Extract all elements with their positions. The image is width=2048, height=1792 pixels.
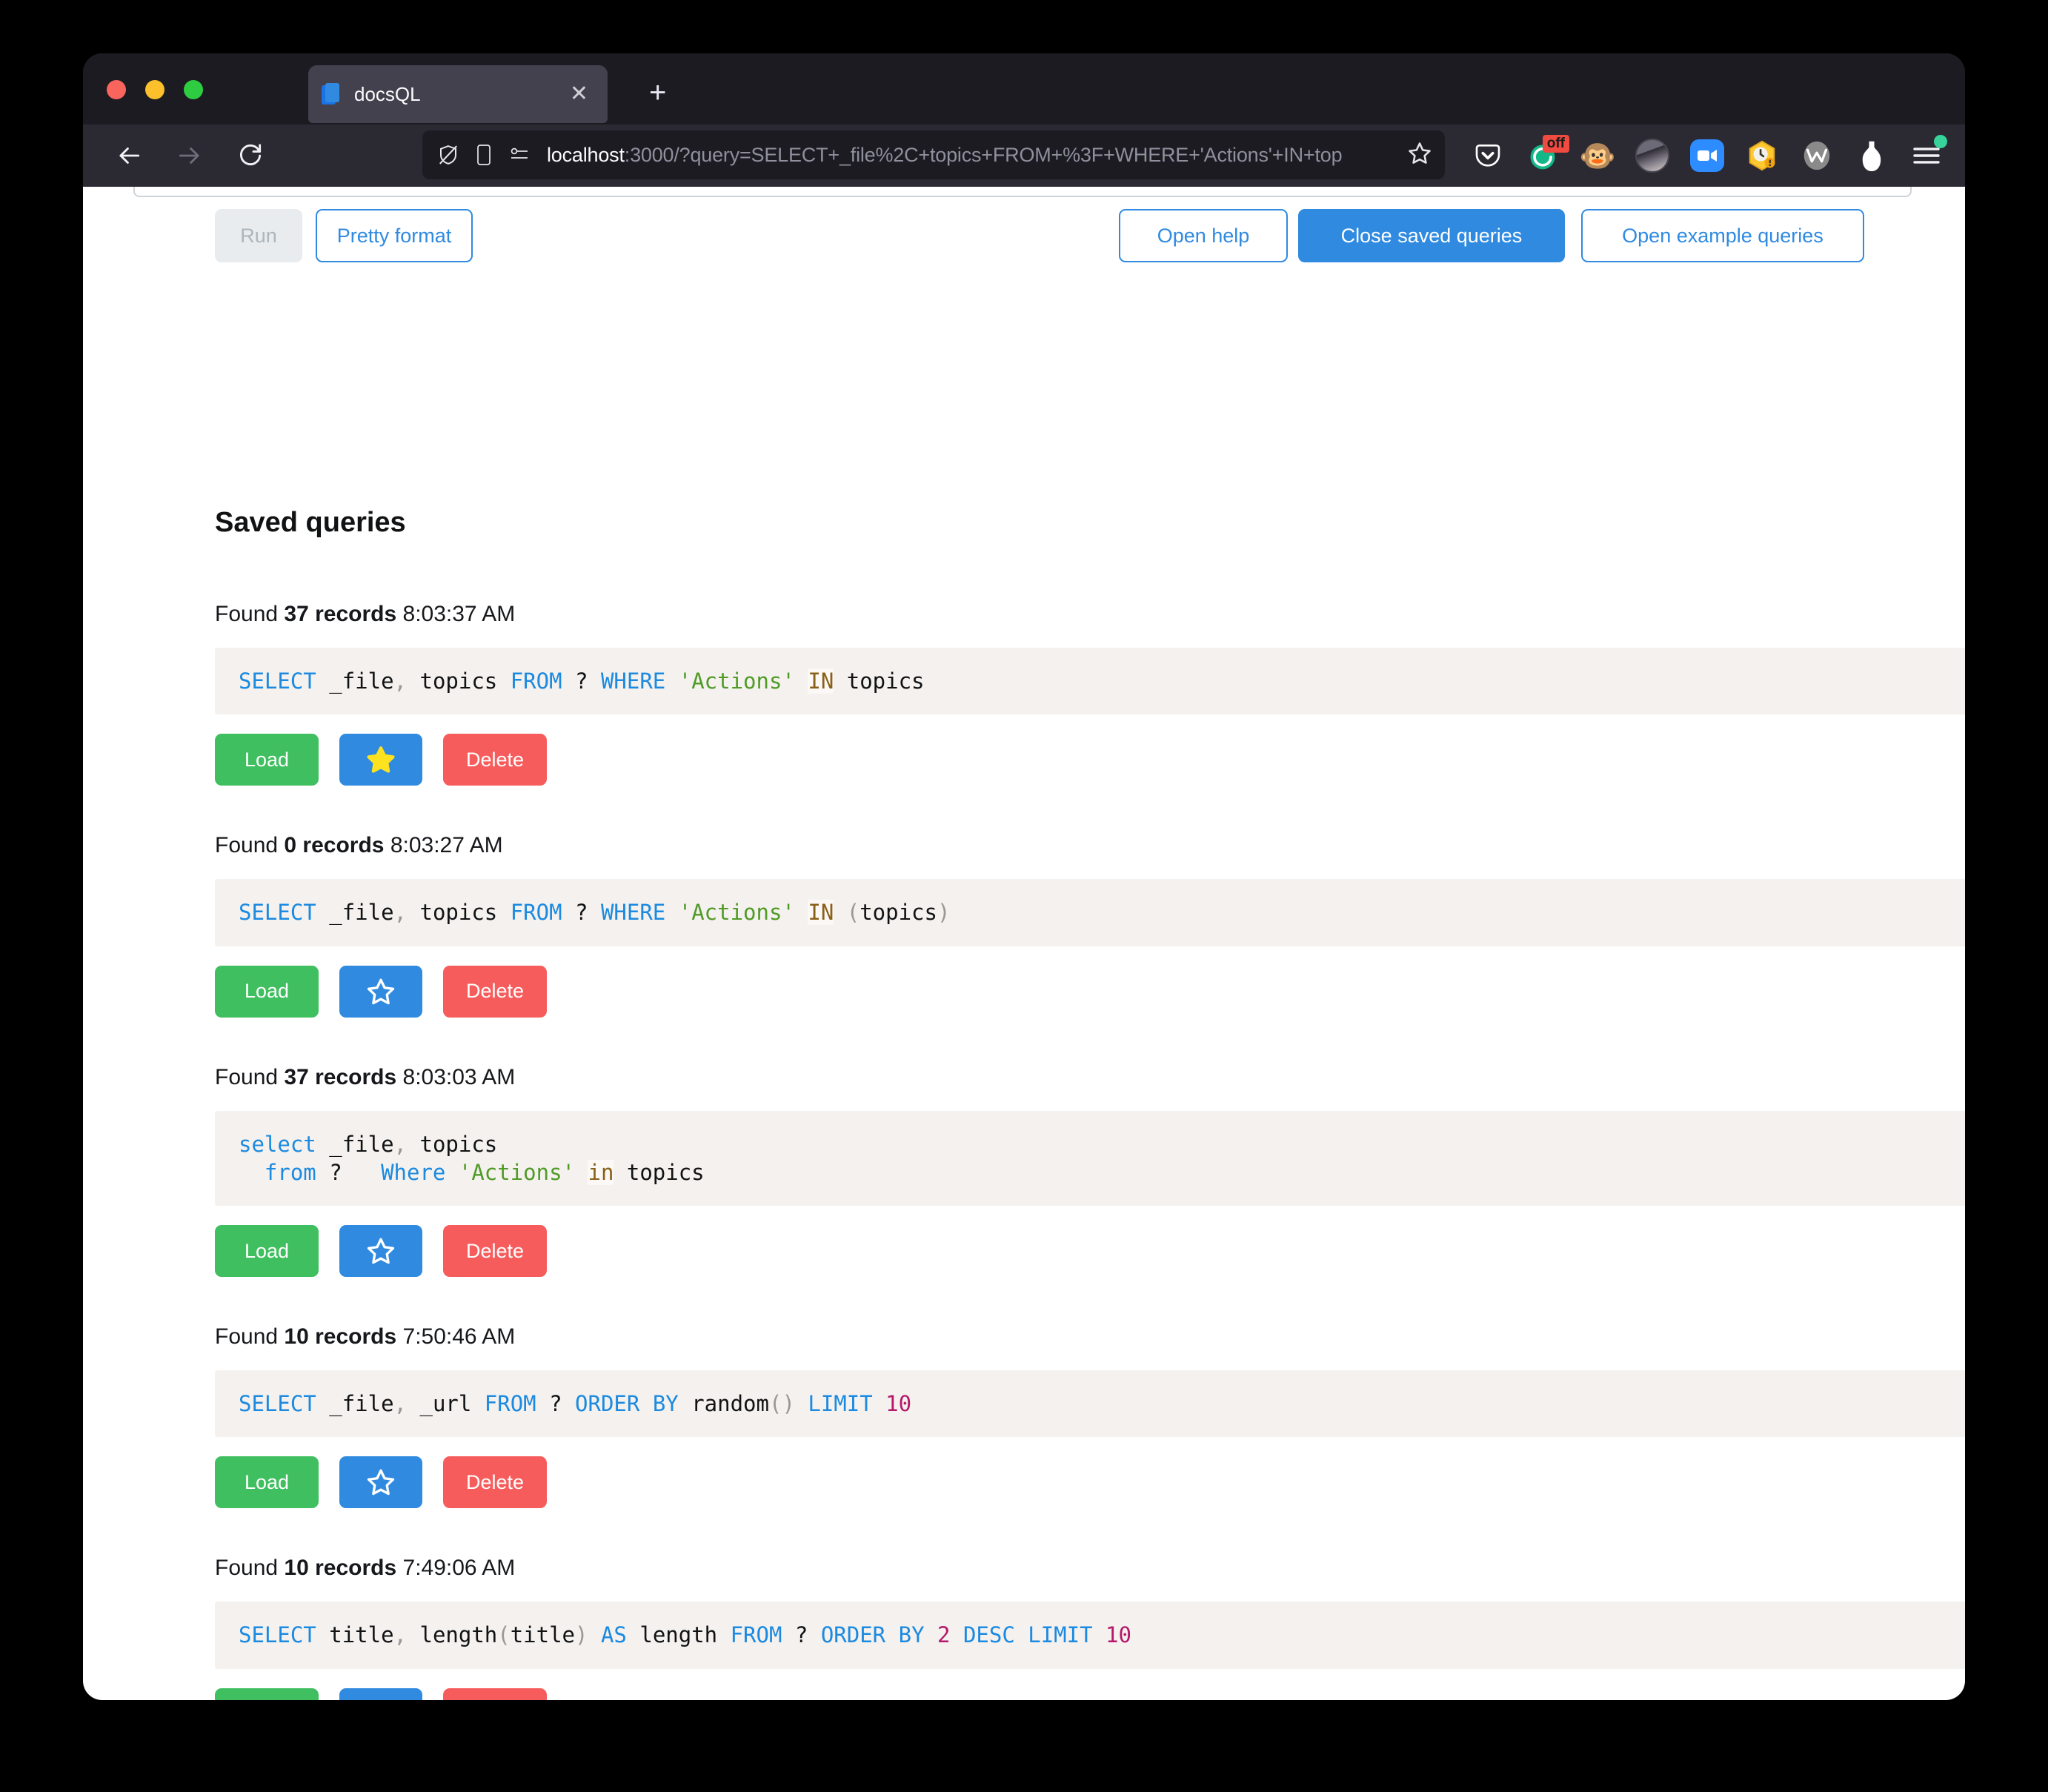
load-query-button[interactable]: Load — [215, 1688, 319, 1700]
page-viewport: Run Pretty format Open help Close saved … — [83, 187, 1965, 1700]
update-available-dot — [1934, 135, 1947, 148]
close-icon[interactable]: ✕ — [564, 80, 594, 108]
query-result-summary: Found 37 records 8:03:37 AM — [215, 602, 1965, 627]
query-actions: Load Delete — [215, 965, 1965, 1018]
close-saved-queries-button[interactable]: Close saved queries — [1298, 209, 1565, 262]
pocket-icon[interactable] — [1469, 136, 1507, 175]
query-result-summary: Found 10 records 7:49:06 AM — [215, 1556, 1965, 1581]
star-filled-icon[interactable] — [339, 734, 422, 786]
query-actions: Load Delete — [215, 1225, 1965, 1278]
browser-window: docsQL ✕ + localhost:3000/?query=SELECT+… — [83, 53, 1965, 1700]
query-actions: Load Delete — [215, 1456, 1965, 1509]
close-window-button[interactable] — [107, 80, 126, 99]
query-toolbar: Run Pretty format Open help Close saved … — [83, 209, 1965, 276]
tab-strip: docsQL ✕ + — [83, 53, 1965, 125]
star-outline-icon[interactable] — [339, 1456, 422, 1509]
query-sql-code: SELECT title, length(title) AS length FR… — [215, 1602, 1965, 1669]
reload-icon[interactable] — [227, 132, 274, 179]
page-title: Saved queries — [215, 507, 406, 538]
load-query-button[interactable]: Load — [215, 1225, 319, 1278]
saved-queries-list: Found 37 records 8:03:37 AM SELECT _file,… — [83, 602, 1965, 1700]
monkey-icon[interactable]: 🐵 — [1578, 136, 1617, 175]
found-prefix: Found — [215, 602, 285, 626]
star-outline-icon[interactable] — [339, 1688, 422, 1700]
site-permissions-icon[interactable] — [505, 140, 533, 170]
maximize-window-button[interactable] — [184, 80, 203, 99]
url-host: localhost — [547, 143, 625, 166]
found-prefix: Found — [215, 833, 285, 858]
query-timestamp: 8:03:03 AM — [396, 1064, 516, 1089]
delete-query-button[interactable]: Delete — [443, 1688, 547, 1700]
back-arrow-icon[interactable] — [105, 132, 153, 179]
load-query-button[interactable]: Load — [215, 734, 319, 786]
delete-query-button[interactable]: Delete — [443, 734, 547, 786]
query-result-summary: Found 37 records 8:03:03 AM — [215, 1065, 1965, 1090]
honey-icon[interactable] — [1743, 136, 1781, 175]
query-timestamp: 8:03:27 AM — [384, 833, 503, 858]
query-timestamp: 7:50:46 AM — [396, 1324, 516, 1350]
wallet-w-icon[interactable] — [1798, 136, 1836, 175]
forward-arrow-icon — [166, 132, 213, 179]
open-help-button[interactable]: Open help — [1119, 209, 1288, 262]
url-bar[interactable]: localhost:3000/?query=SELECT+_file%2C+to… — [422, 130, 1445, 179]
saved-query-item: Found 37 records 8:03:03 AM select _file,… — [83, 1065, 1965, 1278]
delete-query-button[interactable]: Delete — [443, 1456, 547, 1509]
app-menu-icon[interactable] — [1907, 135, 1947, 175]
found-prefix: Found — [215, 1556, 285, 1581]
url-text[interactable]: localhost:3000/?query=SELECT+_file%2C+to… — [547, 144, 1400, 167]
found-prefix: Found — [215, 1064, 285, 1089]
browser-tab-docsql[interactable]: docsQL ✕ — [308, 65, 608, 123]
url-path: :3000/?query=SELECT+_file%2C+topics+FROM… — [624, 143, 1343, 166]
bookmark-star-icon[interactable] — [1406, 140, 1433, 170]
found-prefix: Found — [215, 1324, 285, 1350]
new-tab-button[interactable]: + — [649, 78, 666, 107]
adblock-off-icon[interactable]: off — [1523, 135, 1569, 175]
query-actions: Load Delete — [215, 1688, 1965, 1700]
query-sql-code: SELECT _file, topics FROM ? WHERE 'Actio… — [215, 648, 1965, 715]
tab-title: docsQL — [354, 82, 421, 105]
query-timestamp: 7:49:06 AM — [396, 1556, 516, 1581]
query-actions: Load Delete — [215, 734, 1965, 786]
saved-query-item: Found 10 records 7:49:06 AM SELECT title,… — [83, 1556, 1965, 1700]
delete-query-button[interactable]: Delete — [443, 1225, 547, 1278]
zoom-icon[interactable] — [1688, 136, 1726, 175]
minimize-window-button[interactable] — [145, 80, 164, 99]
load-query-button[interactable]: Load — [215, 965, 319, 1018]
star-outline-icon[interactable] — [339, 965, 422, 1018]
query-sql-code: SELECT _file, _url FROM ? ORDER BY rando… — [215, 1370, 1965, 1438]
saved-query-item: Found 10 records 7:50:46 AM SELECT _file,… — [83, 1324, 1965, 1509]
query-sql-code: select _file, topics from ? Where 'Actio… — [215, 1110, 1965, 1207]
query-sql-code: SELECT _file, topics FROM ? WHERE 'Actio… — [215, 879, 1965, 946]
record-count: 37 records — [284, 602, 397, 626]
query-result-summary: Found 10 records 7:50:46 AM — [215, 1324, 1965, 1350]
navigation-bar: localhost:3000/?query=SELECT+_file%2C+to… — [83, 125, 1965, 187]
open-example-queries-button[interactable]: Open example queries — [1581, 209, 1864, 262]
saved-query-item: Found 37 records 8:03:37 AM SELECT _file,… — [83, 602, 1965, 786]
vase-icon[interactable] — [1852, 136, 1891, 175]
avatar — [1635, 139, 1669, 173]
reader-view-icon[interactable] — [470, 140, 498, 170]
window-traffic-lights — [107, 80, 203, 99]
extensions-tray: off 🐵 — [1469, 132, 1947, 179]
off-badge: off — [1542, 135, 1569, 153]
record-count: 37 records — [284, 1064, 397, 1089]
query-result-summary: Found 0 records 8:03:27 AM — [215, 833, 1965, 858]
record-count: 10 records — [284, 1324, 397, 1350]
zoom-camera-icon — [1690, 139, 1724, 172]
document-icon — [322, 83, 341, 105]
query-timestamp: 8:03:37 AM — [396, 602, 516, 626]
run-button: Run — [215, 209, 302, 262]
star-outline-icon[interactable] — [339, 1225, 422, 1278]
tracking-protection-off-icon[interactable] — [434, 140, 462, 170]
record-count: 10 records — [284, 1556, 397, 1581]
load-query-button[interactable]: Load — [215, 1456, 319, 1509]
delete-query-button[interactable]: Delete — [443, 965, 547, 1018]
query-editor-textarea[interactable] — [133, 187, 1912, 197]
record-count: 0 records — [284, 833, 385, 858]
pretty-format-button[interactable]: Pretty format — [316, 209, 473, 262]
profile-avatar-icon[interactable] — [1633, 136, 1672, 175]
saved-query-item: Found 0 records 8:03:27 AM SELECT _file, … — [83, 833, 1965, 1018]
